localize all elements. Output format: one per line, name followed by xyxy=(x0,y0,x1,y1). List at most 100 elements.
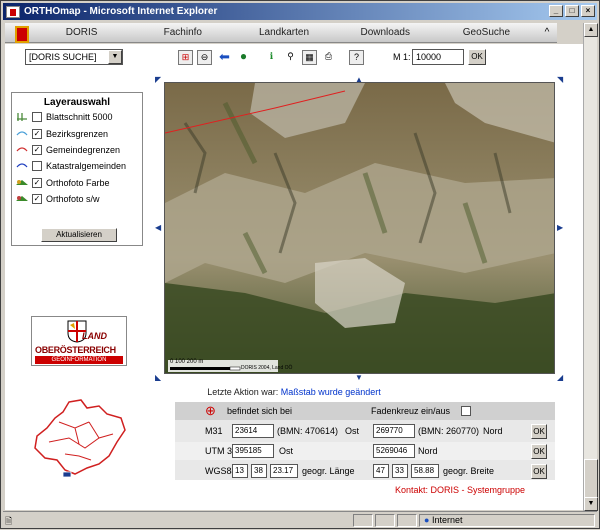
layer-row[interactable]: ✓ Orthofoto s/w xyxy=(16,194,100,204)
wgs-lat-min-input[interactable]: 33 xyxy=(392,464,408,478)
wgs-row: WGS84 13 38 23.17 geogr. Länge 47 33 58.… xyxy=(175,462,555,480)
wgs-lat-sec-input[interactable]: 58.88 xyxy=(411,464,439,478)
maximize-button[interactable]: □ xyxy=(565,5,579,17)
scroll-up-icon[interactable]: ▲ xyxy=(584,23,598,37)
utm-ok-button[interactable]: OK xyxy=(531,444,547,459)
layer-label: Orthofoto Farbe xyxy=(46,178,110,188)
page-content: [DORIS SUCHE] ▼ ⊞ ⊖ ⬅ ● ℹ ⚲ ▦ ⎙ ? M 1: 1… xyxy=(5,44,583,510)
crosshair-toggle-label: Fadenkreuz ein/aus xyxy=(371,406,451,416)
wgs-lon-min-input[interactable]: 38 xyxy=(251,464,267,478)
layer-row[interactable]: ✓ Orthofoto Farbe xyxy=(16,178,110,188)
scale-ok-button[interactable]: OK xyxy=(468,49,486,65)
layer-checkbox[interactable]: ✓ xyxy=(32,194,42,204)
print-icon[interactable]: ⎙ xyxy=(321,50,336,65)
pan-west-icon[interactable]: ◀ xyxy=(155,223,161,232)
wgs-lat-label: geogr. Breite xyxy=(443,466,495,476)
layer-checkbox[interactable]: ✓ xyxy=(32,129,42,139)
doris-logo-icon[interactable] xyxy=(11,24,31,43)
layer-label: Orthofoto s/w xyxy=(46,194,100,204)
pan-south-icon[interactable]: ▼ xyxy=(355,373,363,382)
back-arrow-icon[interactable]: ⬅ xyxy=(217,50,232,65)
layer-row[interactable]: ✓ Gemeindegrenzen xyxy=(16,145,120,155)
layer-label: Bezirksgrenzen xyxy=(46,129,109,139)
wgs-lat-deg-input[interactable]: 47 xyxy=(373,464,389,478)
nav-fachinfo[interactable]: Fachinfo xyxy=(132,27,233,38)
zoom-out-icon[interactable]: ⊖ xyxy=(197,50,212,65)
m31-ok-button[interactable]: OK xyxy=(531,424,547,439)
last-action-label: Letzte Aktion war: xyxy=(207,387,279,397)
ie-app-icon xyxy=(6,5,20,18)
nav-downloads[interactable]: Downloads xyxy=(335,27,436,38)
layer-row[interactable]: ✓ Bezirksgrenzen xyxy=(16,129,108,139)
pan-se-icon[interactable]: ◢ xyxy=(557,373,563,382)
utm-row: UTM 33N 395185 Ost 5269046 Nord OK xyxy=(175,442,555,460)
globe-icon[interactable]: ● xyxy=(236,50,251,65)
orthophoto-map[interactable]: 0 100 200 m DORIS 2004, Land OÖ xyxy=(164,82,555,374)
scroll-down-icon[interactable]: ▼ xyxy=(584,497,598,511)
help-icon[interactable]: ? xyxy=(349,50,364,65)
ortho-color-icon xyxy=(16,180,28,185)
m31-north-input[interactable]: 269770 xyxy=(373,424,415,438)
cadastral-border-icon xyxy=(16,163,28,168)
utm-east-input[interactable]: 395185 xyxy=(232,444,274,458)
m31-label: M31 xyxy=(205,426,223,436)
info-icon[interactable]: ℹ xyxy=(264,50,279,65)
logo-geo: GEOINFORMATION xyxy=(35,356,123,364)
kontakt-link[interactable]: Kontakt: DORIS - Systemgruppe xyxy=(395,485,525,495)
close-button[interactable]: × xyxy=(581,5,595,17)
layer-checkbox[interactable]: ✓ xyxy=(32,145,42,155)
update-layers-button[interactable]: Aktualisieren xyxy=(41,228,117,242)
layer-checkbox[interactable]: ✓ xyxy=(32,178,42,188)
zoom-rect-icon[interactable]: ⊞ xyxy=(178,50,193,65)
status-seg xyxy=(397,514,417,527)
wgs-ok-button[interactable]: OK xyxy=(531,464,547,479)
wgs-lon-sec-input[interactable]: 23.17 xyxy=(270,464,298,478)
layer-panel-title: Layerauswahl xyxy=(43,97,111,108)
scale-label: M 1: xyxy=(393,52,411,62)
crosshair-label: befindet sich bei xyxy=(227,406,293,416)
last-action-value: Maßstab wurde geändert xyxy=(280,387,381,397)
nav-doris[interactable]: DORIS xyxy=(31,27,132,38)
m31-row: M31 23614 (BMN: 470614) Ost 269770 (BMN:… xyxy=(175,422,555,440)
wgs-lon-deg-input[interactable]: 13 xyxy=(232,464,248,478)
m31-east-input[interactable]: 23614 xyxy=(232,424,274,438)
layer-row[interactable]: Katastralgemeinden xyxy=(16,161,126,171)
pan-ne-icon[interactable]: ◥ xyxy=(557,75,563,84)
status-bar: 🗎 ● Internet xyxy=(3,511,597,528)
browser-window: ORTHOmap - Microsoft Internet Explorer _… xyxy=(0,0,600,529)
scroll-thumb[interactable] xyxy=(584,459,598,499)
minimize-button[interactable]: _ xyxy=(549,5,563,17)
aerial-photo-image xyxy=(165,83,554,373)
map-scalebar: 0 100 200 m xyxy=(170,359,204,365)
site-nav: DORIS Fachinfo Landkarten Downloads GeoS… xyxy=(5,23,557,43)
coordinate-panel: ⊕ befindet sich bei Fadenkreuz ein/aus M… xyxy=(175,402,555,480)
pin-icon[interactable]: ⚲ xyxy=(283,50,298,65)
dataset-value: [DORIS SUCHE] xyxy=(29,52,97,62)
pan-nw-icon[interactable]: ◤ xyxy=(155,75,161,84)
utm-nord-label: Nord xyxy=(418,446,438,456)
m31-bmn-east: (BMN: 470614) xyxy=(277,426,339,436)
upper-austria-outline-image xyxy=(34,399,126,478)
nav-geosuche[interactable]: GeoSuche xyxy=(436,27,537,38)
pan-sw-icon[interactable]: ◣ xyxy=(155,373,161,382)
layer-checkbox[interactable] xyxy=(32,161,42,171)
layer-label: Gemeindegrenzen xyxy=(46,145,121,155)
layer-row[interactable]: Blattschnitt 5000 xyxy=(16,112,113,122)
title-bar: ORTHOmap - Microsoft Internet Explorer _… xyxy=(3,3,597,20)
nav-landkarten[interactable]: Landkarten xyxy=(233,27,334,38)
dataset-select[interactable]: [DORIS SUCHE] ▼ xyxy=(25,49,123,65)
nav-up-icon[interactable]: ^ xyxy=(537,27,557,38)
layer-checkbox[interactable] xyxy=(32,112,42,122)
layer-label: Katastralgemeinden xyxy=(46,161,127,171)
utm-ost-label: Ost xyxy=(279,446,294,456)
overview-map[interactable] xyxy=(29,398,129,488)
crosshair-checkbox[interactable] xyxy=(461,406,471,416)
scale-input[interactable]: 10000 xyxy=(412,49,464,65)
utm-north-input[interactable]: 5269046 xyxy=(373,444,415,458)
vertical-scrollbar[interactable]: ▲ ▼ xyxy=(583,23,598,511)
pan-east-icon[interactable]: ▶ xyxy=(557,223,563,232)
ooe-logo[interactable]: LAND OBERÖSTERREICH GEOINFORMATION xyxy=(31,316,127,366)
chevron-down-icon[interactable]: ▼ xyxy=(108,50,122,64)
crosshair-icon[interactable]: ⊕ xyxy=(205,403,216,419)
coordinates-icon[interactable]: ▦ xyxy=(302,50,317,65)
